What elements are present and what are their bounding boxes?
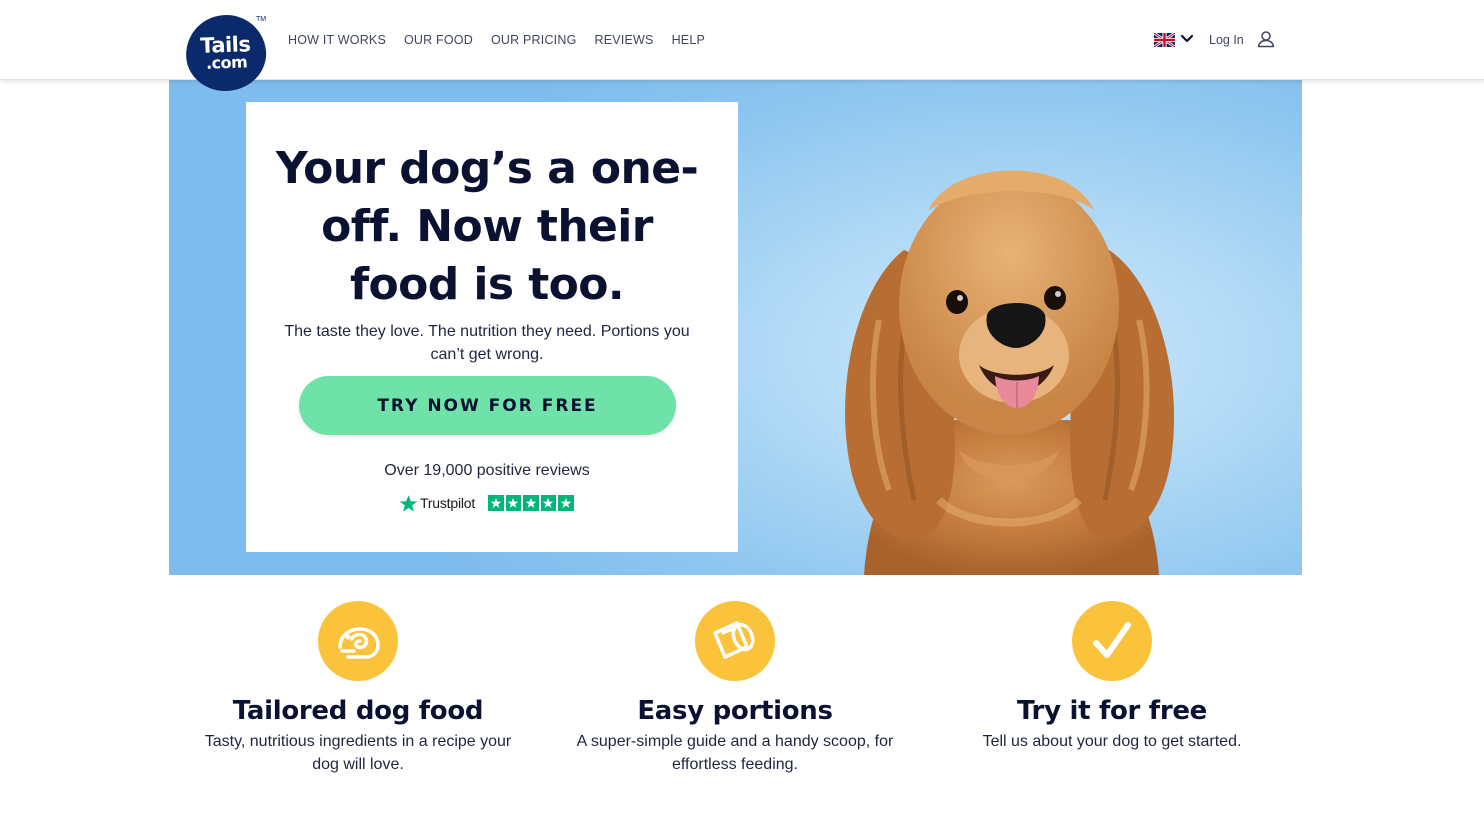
main-nav: HOW IT WORKS OUR FOOD OUR PRICING REVIEW… (288, 32, 705, 48)
hero-title-line-1: Your dog’s a one- (275, 143, 699, 194)
hero-subtitle: The taste they love. The nutrition they … (284, 323, 690, 363)
feature-text: A super-simple guide and a handy scoop, … (576, 733, 894, 773)
feature-title: Easy portions (637, 696, 833, 726)
nav-reviews[interactable]: REVIEWS (595, 32, 654, 48)
rating-star-icon (558, 495, 574, 511)
logo-trademark: TM (256, 16, 267, 23)
hero-title-line-2: off. Now their (321, 201, 653, 252)
feature-title: Tailored dog food (232, 696, 484, 726)
checkmark-icon (1072, 601, 1152, 681)
login-link[interactable]: Log In (1209, 32, 1244, 48)
nav-help[interactable]: HELP (672, 32, 705, 48)
feature-try-free: Try it for free Tell us about your dog t… (932, 601, 1292, 753)
feature-text: Tasty, nutritious ingredients in a recip… (204, 733, 512, 773)
reviews-count-text: Over 19,000 positive reviews (384, 462, 590, 479)
rating-star-icon (488, 495, 504, 511)
trustpilot-stars (488, 495, 574, 511)
feature-title: Try it for free (1016, 696, 1208, 726)
site-header: Tails .com TM HOW IT WORKS OUR FOOD OUR … (0, 0, 1484, 95)
cocker-spaniel-photo (845, 170, 1175, 575)
try-now-for-free-button[interactable]: TRY NOW FOR FREE (299, 376, 676, 435)
rating-star-icon (540, 495, 557, 511)
food-icon (318, 601, 398, 681)
trustpilot-star-icon (399, 494, 418, 512)
feature-text: Tell us about your dog to get started. (982, 733, 1242, 750)
scoop-icon (695, 601, 775, 681)
trustpilot-rating[interactable]: Trustpilot (399, 492, 574, 514)
user-icon[interactable] (1257, 30, 1275, 48)
nav-how-it-works[interactable]: HOW IT WORKS (288, 32, 386, 48)
chevron-down-icon[interactable] (1180, 34, 1194, 44)
nav-our-pricing[interactable]: OUR PRICING (491, 32, 577, 48)
uk-flag-icon[interactable] (1154, 33, 1175, 47)
nav-our-food[interactable]: OUR FOOD (404, 32, 473, 48)
feature-easy-portions: Easy portions A super-simple guide and a… (555, 601, 915, 776)
logo-text-dotcom: .com (206, 51, 248, 73)
rating-star-icon (505, 495, 522, 511)
hero-card: Your dog’s a one- off. Now their food is… (246, 102, 738, 552)
hero-title: Your dog’s a one- off. Now their food is… (246, 140, 728, 314)
hero-title-line-3: food is too. (349, 259, 625, 310)
rating-star-icon (523, 495, 539, 511)
trustpilot-label: Trustpilot (420, 495, 476, 511)
feature-tailored-food: Tailored dog food Tasty, nutritious ingr… (178, 601, 538, 776)
